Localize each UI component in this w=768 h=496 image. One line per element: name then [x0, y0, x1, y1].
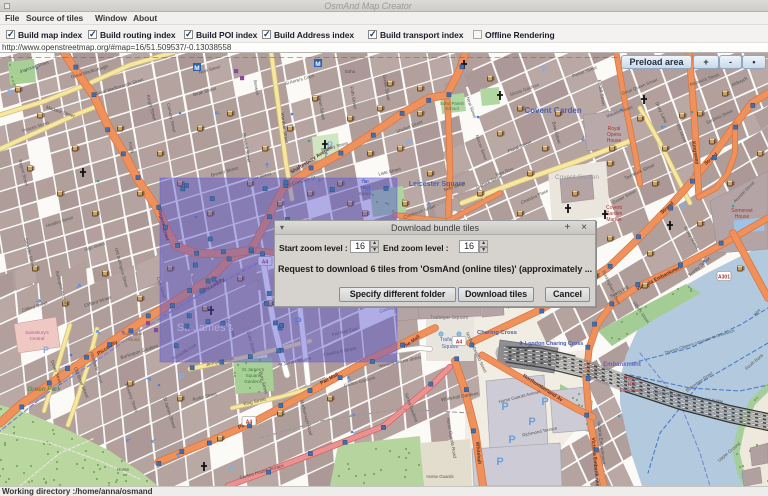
svg-text:Market: Market	[606, 217, 622, 223]
svg-text:House: House	[126, 337, 140, 343]
svg-text:P: P	[496, 456, 503, 468]
svg-text:M: M	[315, 61, 320, 68]
svg-text:Gardens: Gardens	[244, 379, 262, 384]
svg-text:P: P	[406, 138, 412, 148]
svg-text:P: P	[508, 434, 515, 446]
svg-text:House: House	[735, 214, 750, 220]
svg-text:Horse: Horse	[117, 467, 130, 472]
svg-text:P: P	[229, 464, 235, 474]
svg-text:P: P	[43, 345, 49, 355]
svg-text:Charing Cross: Charing Cross	[477, 330, 517, 336]
svg-text:Experience: Experience	[619, 388, 644, 394]
svg-text:Covent Garden: Covent Garden	[524, 106, 581, 115]
svg-text:House: House	[607, 138, 622, 144]
svg-text:A4: A4	[456, 340, 463, 346]
svg-text:Soho: Soho	[345, 69, 356, 74]
svg-text:P: P	[541, 396, 548, 408]
svg-text:P: P	[7, 88, 13, 98]
svg-text:✚ London Charing Cross: ✚ London Charing Cross	[519, 341, 583, 347]
svg-text:Central: Central	[30, 336, 45, 341]
svg-text:School: School	[445, 106, 458, 111]
svg-text:Square: Square	[246, 373, 261, 378]
svg-text:P: P	[681, 202, 687, 212]
svg-text:A301: A301	[718, 275, 730, 281]
svg-text:P: P	[179, 372, 185, 382]
svg-text:St James's: St James's	[242, 367, 265, 372]
svg-text:Embankment: Embankment	[603, 362, 641, 368]
svg-text:Green Park: Green Park	[27, 386, 61, 393]
svg-text:Horse Guards: Horse Guards	[426, 474, 454, 479]
svg-text:P: P	[542, 65, 548, 75]
svg-text:P: P	[528, 416, 535, 428]
svg-text:Sainsbury's: Sainsbury's	[25, 330, 49, 335]
svg-text:Trafalgar Square: Trafalgar Square	[430, 315, 469, 321]
svg-text:Covent Garden: Covent Garden	[555, 174, 599, 181]
